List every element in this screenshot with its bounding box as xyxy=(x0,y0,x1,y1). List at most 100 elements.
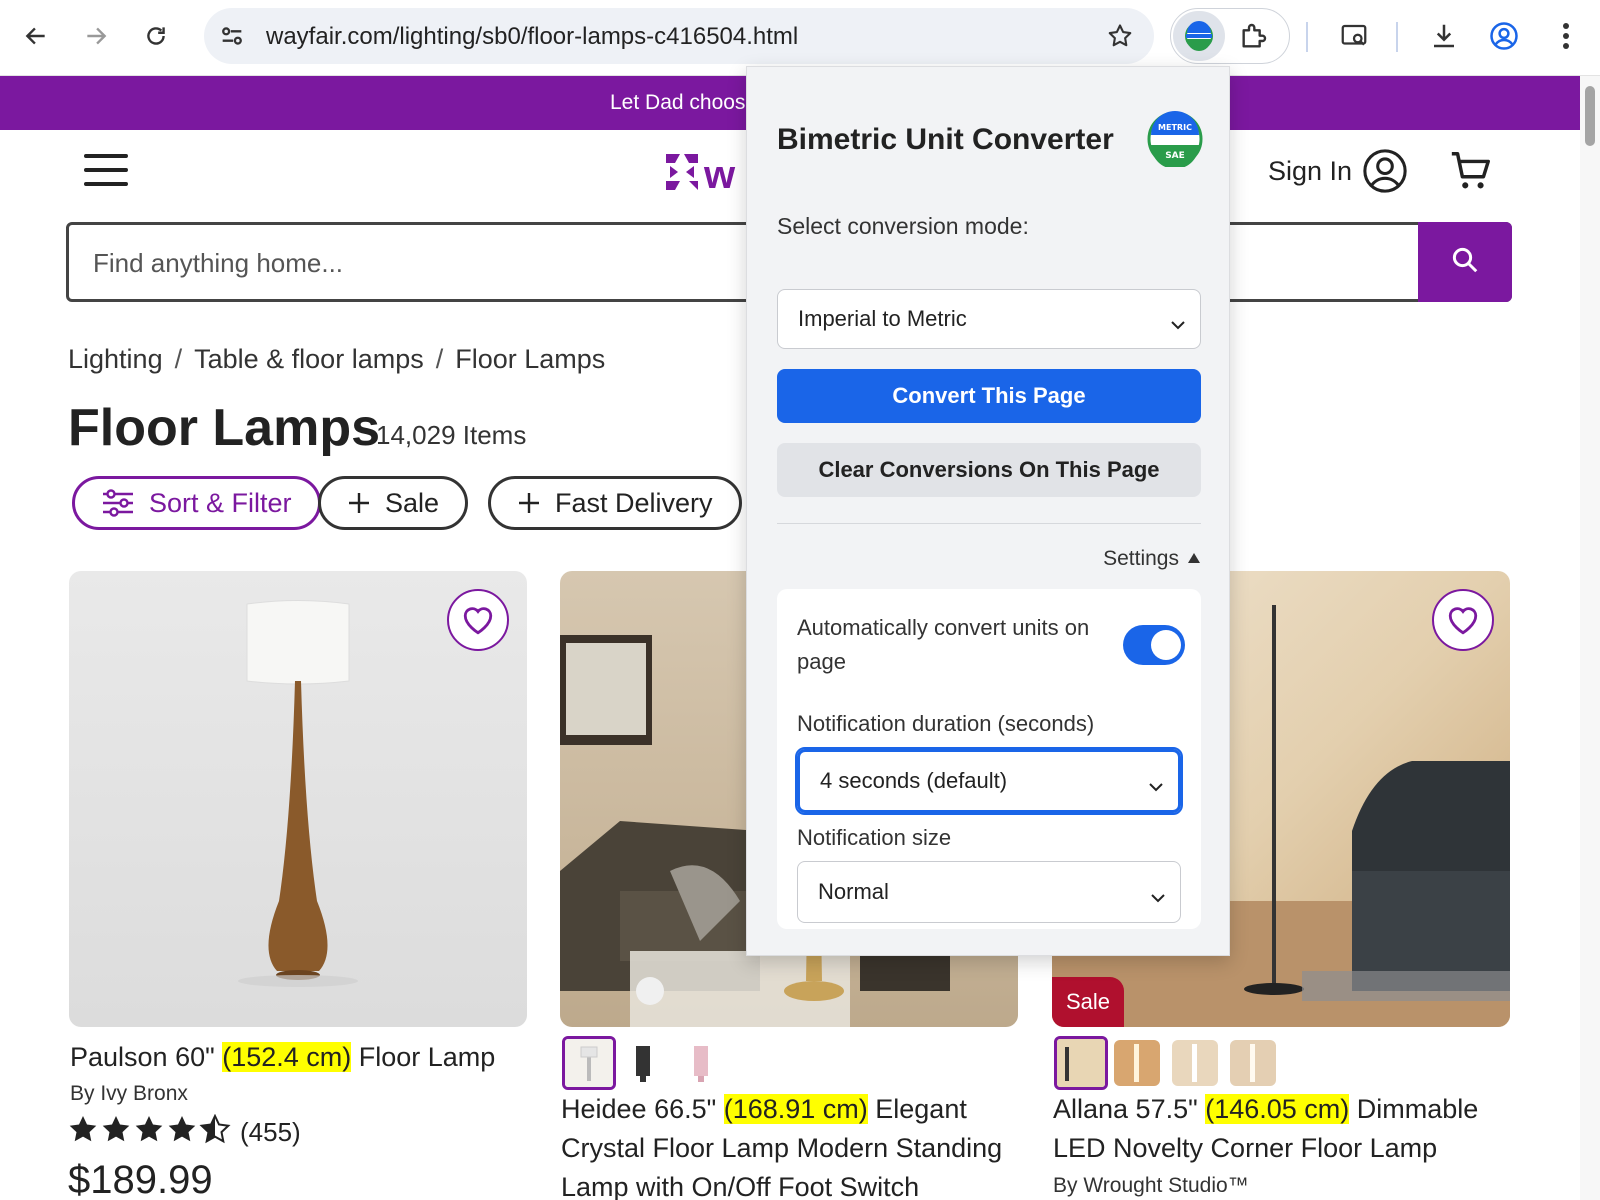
color-swatch[interactable] xyxy=(1172,1040,1218,1086)
convert-page-button[interactable]: Convert This Page xyxy=(777,369,1201,423)
back-icon[interactable] xyxy=(16,16,56,56)
notification-size-select[interactable]: Normal xyxy=(797,861,1181,923)
sale-filter-label: Sale xyxy=(385,487,440,518)
product-title-text[interactable]: Paulson 60" xyxy=(70,1042,222,1072)
product-title-text[interactable]: Crystal Floor Lamp Modern Standing xyxy=(561,1129,1031,1168)
url-text[interactable]: wayfair.com/lighting/sb0/floor-lamps-c41… xyxy=(266,23,798,51)
converted-unit-highlight: (146.05 cm) xyxy=(1205,1094,1350,1124)
toolbar-divider xyxy=(1306,22,1308,52)
svg-text:w: w xyxy=(703,153,736,196)
metric-sae-logo: METRIC SAE xyxy=(1147,111,1203,169)
svg-text:METRIC: METRIC xyxy=(1158,123,1192,132)
color-swatch[interactable] xyxy=(562,1036,616,1090)
sale-badge: Sale xyxy=(1052,977,1125,1027)
cart-icon[interactable] xyxy=(1448,148,1494,199)
color-swatch[interactable] xyxy=(620,1040,666,1086)
wayfair-logo[interactable]: w xyxy=(662,148,750,196)
scrollbar-thumb[interactable] xyxy=(1585,86,1595,146)
color-swatch[interactable] xyxy=(678,1040,724,1086)
auto-convert-label: Automatically convert units on page xyxy=(797,615,1090,674)
converted-unit-highlight: (168.91 cm) xyxy=(723,1094,868,1124)
notification-duration-value: 4 seconds (default) xyxy=(820,768,1008,793)
sale-filter-button[interactable]: Sale xyxy=(318,476,469,530)
color-swatch[interactable] xyxy=(1230,1040,1276,1086)
conversion-mode-value: Imperial to Metric xyxy=(798,306,967,331)
product-title-text[interactable]: Heidee 66.5" xyxy=(561,1094,724,1124)
settings-label: Settings xyxy=(1103,547,1179,570)
search-input[interactable] xyxy=(93,245,693,281)
star-rating-icon xyxy=(68,1113,234,1151)
product-brand[interactable]: By Ivy Bronx xyxy=(70,1082,188,1106)
toolbar-divider xyxy=(1396,22,1398,52)
caret-up-icon xyxy=(1187,547,1201,571)
sort-filter-button[interactable]: Sort & Filter xyxy=(72,476,321,530)
settings-toggle[interactable]: Settings xyxy=(1103,547,1201,571)
notification-size-value: Normal xyxy=(818,879,889,904)
product-brand[interactable]: By Wrought Studio™ xyxy=(1053,1174,1249,1198)
product-title-text[interactable]: LED Novelty Corner Floor Lamp xyxy=(1053,1129,1553,1168)
review-count[interactable]: (455) xyxy=(240,1117,301,1148)
product-title-text[interactable]: Allana 57.5" xyxy=(1053,1094,1205,1124)
page-scrollbar[interactable] xyxy=(1580,76,1600,1200)
product-title-text[interactable]: Lamp with On/Off Foot Switch xyxy=(561,1168,1031,1200)
chevron-down-icon xyxy=(1148,774,1164,800)
forward-icon[interactable] xyxy=(76,16,116,56)
extensions-group xyxy=(1170,8,1290,64)
product-price: $189.99 xyxy=(68,1158,213,1200)
breadcrumb-item-lighting[interactable]: Lighting xyxy=(68,344,163,374)
notification-size-label: Notification size xyxy=(797,825,952,850)
breadcrumb-separator: / xyxy=(435,344,444,374)
product-title[interactable]: Paulson 60" (152.4 cm) Floor Lamp xyxy=(70,1038,495,1077)
site-settings-icon[interactable] xyxy=(218,22,246,55)
browser-menu-icon[interactable] xyxy=(1546,16,1586,56)
extension-popup: Bimetric Unit Converter METRIC SAE Selec… xyxy=(746,66,1230,956)
download-icon[interactable] xyxy=(1424,16,1464,56)
browser-toolbar: wayfair.com/lighting/sb0/floor-lamps-c41… xyxy=(0,0,1600,76)
breadcrumb-item-floor-lamps[interactable]: Floor Lamps xyxy=(455,344,605,374)
product-title-text[interactable]: Floor Lamp xyxy=(351,1042,496,1072)
favorite-heart-icon[interactable] xyxy=(1432,589,1494,651)
notification-duration-label: Notification duration (seconds) xyxy=(797,711,1095,736)
search-icon xyxy=(1450,245,1480,280)
product-title[interactable]: Allana 57.5" (146.05 cm) Dimmable LED No… xyxy=(1053,1090,1553,1168)
product-title-text[interactable]: Elegant xyxy=(868,1094,967,1124)
conversion-mode-select[interactable]: Imperial to Metric xyxy=(777,289,1201,349)
reload-icon[interactable] xyxy=(136,16,176,56)
sign-in-link[interactable]: Sign In xyxy=(1268,156,1352,187)
color-swatch[interactable] xyxy=(1114,1040,1160,1086)
address-bar[interactable]: wayfair.com/lighting/sb0/floor-lamps-c41… xyxy=(204,8,1154,64)
promo-text: Let Dad choos xyxy=(610,91,746,114)
chevron-down-icon xyxy=(1170,312,1186,338)
item-count: 14,029 Items xyxy=(376,420,527,450)
bookmark-star-icon[interactable] xyxy=(1106,22,1134,55)
breadcrumb: Lighting / Table & floor lamps / Floor Lamps xyxy=(68,344,605,375)
favorite-heart-icon[interactable] xyxy=(447,589,509,651)
settings-panel: Automatically convert units on page Noti… xyxy=(777,589,1201,929)
plus-icon xyxy=(517,491,541,515)
sliders-icon xyxy=(101,488,135,518)
auto-convert-toggle[interactable] xyxy=(1123,625,1185,665)
profile-icon[interactable] xyxy=(1484,16,1524,56)
product-image[interactable] xyxy=(69,571,527,1027)
toggle-knob xyxy=(1151,630,1181,660)
popup-title: Bimetric Unit Converter xyxy=(777,123,1114,156)
conversion-mode-label: Select conversion mode: xyxy=(777,213,1029,239)
breadcrumb-item-table-floor-lamps[interactable]: Table & floor lamps xyxy=(194,344,424,374)
color-swatch[interactable] xyxy=(1054,1036,1108,1090)
account-icon[interactable] xyxy=(1362,148,1408,199)
fast-delivery-filter-button[interactable]: Fast Delivery xyxy=(488,476,742,530)
page-title: Floor Lamps xyxy=(68,399,381,457)
clear-conversions-button[interactable]: Clear Conversions On This Page xyxy=(777,443,1201,497)
search-button[interactable] xyxy=(1418,222,1512,302)
hamburger-menu-icon[interactable] xyxy=(84,154,128,188)
tab-search-icon[interactable] xyxy=(1334,16,1374,56)
product-title-text[interactable]: Dimmable xyxy=(1349,1094,1479,1124)
notification-duration-select[interactable]: 4 seconds (default) xyxy=(795,747,1183,815)
puzzle-extensions-icon[interactable] xyxy=(1237,21,1269,58)
fast-delivery-label: Fast Delivery xyxy=(555,487,713,518)
product-title[interactable]: Heidee 66.5" (168.91 cm) Elegant Crystal… xyxy=(561,1090,1031,1200)
sort-filter-label: Sort & Filter xyxy=(149,487,292,518)
product-rating: (455) xyxy=(68,1113,301,1151)
bimetric-extension-icon[interactable] xyxy=(1173,11,1225,61)
breadcrumb-separator: / xyxy=(174,344,183,374)
